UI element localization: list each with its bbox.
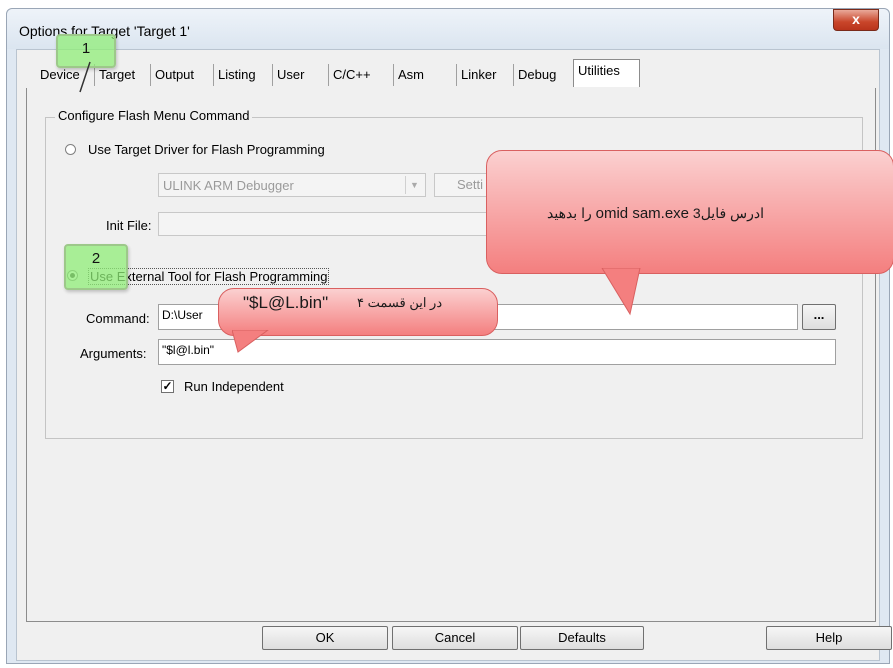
bubble-3-label: ادرس فایل — [700, 205, 765, 221]
tab-linker[interactable]: Linker — [456, 64, 500, 86]
note-2-number: 2 — [91, 250, 101, 267]
tab-output[interactable]: Output — [150, 64, 198, 86]
tab-debug[interactable]: Debug — [513, 64, 560, 86]
driver-select-value: ULINK ARM Debugger — [163, 178, 294, 193]
browse-button[interactable]: ... — [802, 304, 836, 330]
init-file-label: Init File: — [106, 218, 152, 233]
init-file-input[interactable] — [158, 212, 498, 236]
bubble-3-tail: را بدهید — [547, 205, 592, 221]
arguments-label: Arguments: — [80, 346, 147, 361]
tab-user[interactable]: User — [272, 64, 308, 86]
command-label: Command: — [86, 311, 150, 326]
ok-button[interactable]: OK — [262, 626, 388, 650]
note-1-number: 1 — [81, 40, 91, 57]
note-2: 2 — [64, 244, 128, 290]
bubble-3-pointer — [601, 268, 641, 316]
run-independent-checkbox[interactable]: ✓ — [161, 380, 174, 393]
bubble-3-file: omid sam.exe — [595, 205, 690, 222]
driver-select[interactable]: ULINK ARM Debugger ▼ — [158, 173, 426, 197]
bubble-4-value: "$L@L.bin" — [243, 293, 329, 312]
tab-c-cpp[interactable]: C/C++ — [328, 64, 375, 86]
defaults-button[interactable]: Defaults — [520, 626, 644, 650]
note-1-arrow — [79, 61, 91, 93]
title-bar[interactable]: Options for Target 'Target 1' x — [7, 9, 889, 49]
bubble-3-number: 3 — [692, 205, 701, 221]
tab-utilities[interactable]: Utilities — [573, 59, 640, 87]
bubble-3: را بدهید omid sam.exe ادرس فایل3 — [486, 150, 893, 274]
run-independent-label: Run Independent — [184, 379, 284, 394]
cancel-button[interactable]: Cancel — [392, 626, 518, 650]
group-title: Configure Flash Menu Command — [55, 108, 253, 123]
close-button[interactable]: x — [833, 9, 879, 31]
bubble-4-text: ۴ در این قسمت — [357, 295, 443, 310]
help-button[interactable]: Help — [766, 626, 892, 650]
use-target-driver-radio[interactable] — [65, 144, 76, 155]
bubble-4-pointer — [232, 330, 269, 353]
use-target-driver-label: Use Target Driver for Flash Programming — [88, 142, 325, 157]
chevron-down-icon: ▼ — [405, 176, 423, 194]
tab-listing[interactable]: Listing — [213, 64, 260, 86]
bubble-4: "$L@L.bin" ۴ در این قسمت — [218, 288, 498, 336]
tab-asm[interactable]: Asm — [393, 64, 428, 86]
bubble-3-text: را بدهید omid sam.exe ادرس فایل3 — [547, 205, 764, 222]
